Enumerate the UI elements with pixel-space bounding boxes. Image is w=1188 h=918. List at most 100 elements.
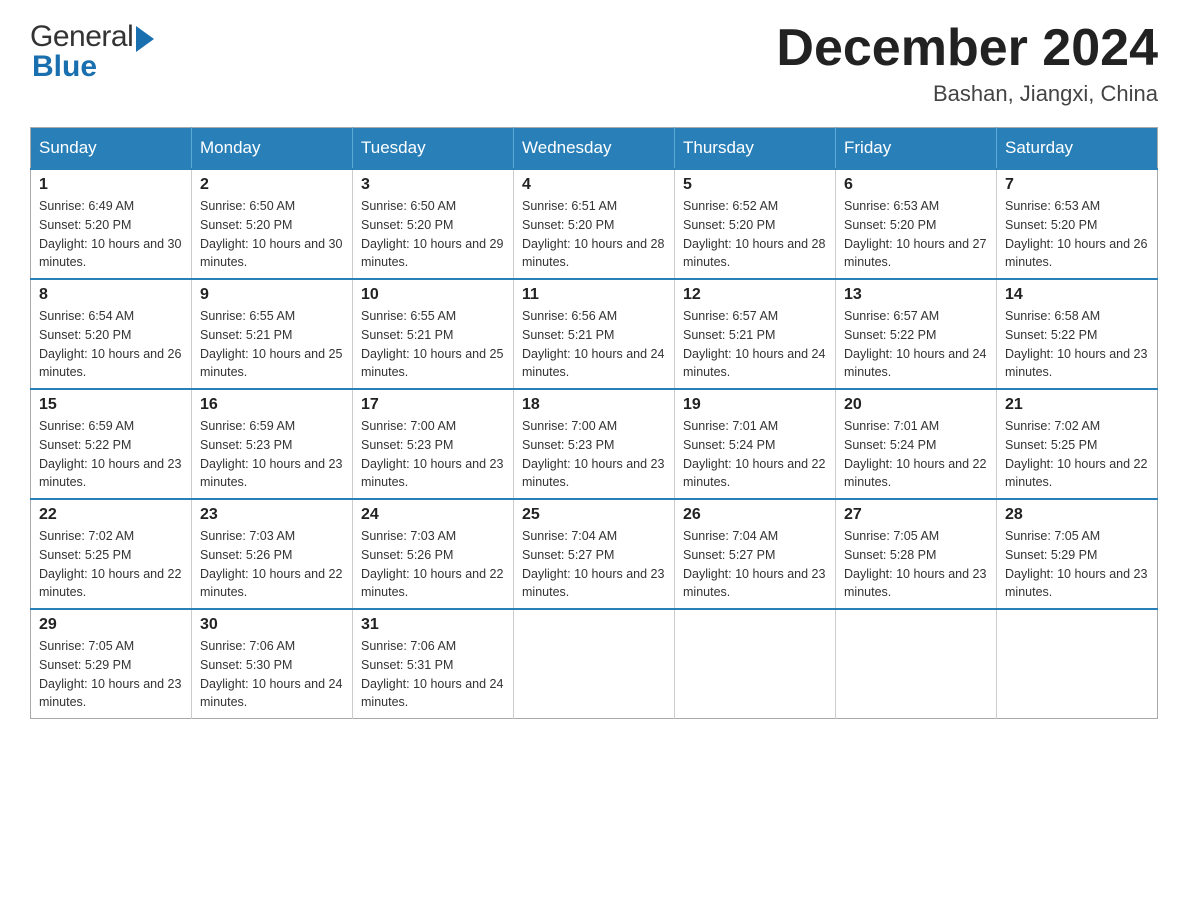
day-info: Sunrise: 7:02 AM Sunset: 5:25 PM Dayligh… bbox=[1005, 417, 1149, 492]
day-number: 15 bbox=[39, 396, 183, 414]
table-row: 2 Sunrise: 6:50 AM Sunset: 5:20 PM Dayli… bbox=[192, 169, 353, 279]
day-number: 21 bbox=[1005, 396, 1149, 414]
day-number: 18 bbox=[522, 396, 666, 414]
calendar-week-5: 29 Sunrise: 7:05 AM Sunset: 5:29 PM Dayl… bbox=[31, 609, 1158, 719]
day-info: Sunrise: 7:00 AM Sunset: 5:23 PM Dayligh… bbox=[361, 417, 505, 492]
day-number: 25 bbox=[522, 506, 666, 524]
logo-blue-text: Blue bbox=[32, 50, 97, 84]
table-row: 27 Sunrise: 7:05 AM Sunset: 5:28 PM Dayl… bbox=[836, 499, 997, 609]
day-info: Sunrise: 7:01 AM Sunset: 5:24 PM Dayligh… bbox=[844, 417, 988, 492]
table-row: 7 Sunrise: 6:53 AM Sunset: 5:20 PM Dayli… bbox=[997, 169, 1158, 279]
day-number: 11 bbox=[522, 286, 666, 304]
day-info: Sunrise: 6:51 AM Sunset: 5:20 PM Dayligh… bbox=[522, 197, 666, 272]
day-info: Sunrise: 6:54 AM Sunset: 5:20 PM Dayligh… bbox=[39, 307, 183, 382]
logo: General Blue bbox=[30, 20, 154, 84]
table-row: 8 Sunrise: 6:54 AM Sunset: 5:20 PM Dayli… bbox=[31, 279, 192, 389]
table-row: 26 Sunrise: 7:04 AM Sunset: 5:27 PM Dayl… bbox=[675, 499, 836, 609]
day-number: 27 bbox=[844, 506, 988, 524]
col-saturday: Saturday bbox=[997, 128, 1158, 170]
calendar-week-2: 8 Sunrise: 6:54 AM Sunset: 5:20 PM Dayli… bbox=[31, 279, 1158, 389]
day-number: 13 bbox=[844, 286, 988, 304]
day-number: 5 bbox=[683, 176, 827, 194]
day-info: Sunrise: 6:50 AM Sunset: 5:20 PM Dayligh… bbox=[361, 197, 505, 272]
col-wednesday: Wednesday bbox=[514, 128, 675, 170]
day-info: Sunrise: 6:59 AM Sunset: 5:22 PM Dayligh… bbox=[39, 417, 183, 492]
table-row: 17 Sunrise: 7:00 AM Sunset: 5:23 PM Dayl… bbox=[353, 389, 514, 499]
table-row: 15 Sunrise: 6:59 AM Sunset: 5:22 PM Dayl… bbox=[31, 389, 192, 499]
day-info: Sunrise: 6:58 AM Sunset: 5:22 PM Dayligh… bbox=[1005, 307, 1149, 382]
table-row: 10 Sunrise: 6:55 AM Sunset: 5:21 PM Dayl… bbox=[353, 279, 514, 389]
day-info: Sunrise: 6:57 AM Sunset: 5:22 PM Dayligh… bbox=[844, 307, 988, 382]
day-number: 17 bbox=[361, 396, 505, 414]
calendar-week-3: 15 Sunrise: 6:59 AM Sunset: 5:22 PM Dayl… bbox=[31, 389, 1158, 499]
day-info: Sunrise: 7:04 AM Sunset: 5:27 PM Dayligh… bbox=[683, 527, 827, 602]
table-row: 9 Sunrise: 6:55 AM Sunset: 5:21 PM Dayli… bbox=[192, 279, 353, 389]
table-row: 11 Sunrise: 6:56 AM Sunset: 5:21 PM Dayl… bbox=[514, 279, 675, 389]
day-number: 8 bbox=[39, 286, 183, 304]
day-number: 3 bbox=[361, 176, 505, 194]
day-info: Sunrise: 7:02 AM Sunset: 5:25 PM Dayligh… bbox=[39, 527, 183, 602]
day-number: 23 bbox=[200, 506, 344, 524]
day-info: Sunrise: 7:03 AM Sunset: 5:26 PM Dayligh… bbox=[361, 527, 505, 602]
day-info: Sunrise: 6:53 AM Sunset: 5:20 PM Dayligh… bbox=[1005, 197, 1149, 272]
day-number: 14 bbox=[1005, 286, 1149, 304]
day-number: 24 bbox=[361, 506, 505, 524]
table-row bbox=[997, 609, 1158, 719]
logo-general-text: General bbox=[30, 20, 133, 54]
day-info: Sunrise: 6:55 AM Sunset: 5:21 PM Dayligh… bbox=[200, 307, 344, 382]
page-header: General Blue December 2024 Bashan, Jiang… bbox=[30, 20, 1158, 107]
day-info: Sunrise: 6:50 AM Sunset: 5:20 PM Dayligh… bbox=[200, 197, 344, 272]
location-subtitle: Bashan, Jiangxi, China bbox=[776, 81, 1158, 107]
day-number: 19 bbox=[683, 396, 827, 414]
day-number: 12 bbox=[683, 286, 827, 304]
table-row: 16 Sunrise: 6:59 AM Sunset: 5:23 PM Dayl… bbox=[192, 389, 353, 499]
table-row: 25 Sunrise: 7:04 AM Sunset: 5:27 PM Dayl… bbox=[514, 499, 675, 609]
logo-arrow-icon bbox=[136, 26, 154, 52]
table-row: 13 Sunrise: 6:57 AM Sunset: 5:22 PM Dayl… bbox=[836, 279, 997, 389]
day-number: 30 bbox=[200, 616, 344, 634]
table-row: 5 Sunrise: 6:52 AM Sunset: 5:20 PM Dayli… bbox=[675, 169, 836, 279]
table-row bbox=[675, 609, 836, 719]
day-number: 1 bbox=[39, 176, 183, 194]
day-info: Sunrise: 6:59 AM Sunset: 5:23 PM Dayligh… bbox=[200, 417, 344, 492]
day-info: Sunrise: 6:52 AM Sunset: 5:20 PM Dayligh… bbox=[683, 197, 827, 272]
table-row: 19 Sunrise: 7:01 AM Sunset: 5:24 PM Dayl… bbox=[675, 389, 836, 499]
table-row bbox=[836, 609, 997, 719]
calendar-week-4: 22 Sunrise: 7:02 AM Sunset: 5:25 PM Dayl… bbox=[31, 499, 1158, 609]
header-right: December 2024 Bashan, Jiangxi, China bbox=[776, 20, 1158, 107]
day-number: 22 bbox=[39, 506, 183, 524]
day-info: Sunrise: 7:01 AM Sunset: 5:24 PM Dayligh… bbox=[683, 417, 827, 492]
table-row: 28 Sunrise: 7:05 AM Sunset: 5:29 PM Dayl… bbox=[997, 499, 1158, 609]
day-info: Sunrise: 7:03 AM Sunset: 5:26 PM Dayligh… bbox=[200, 527, 344, 602]
calendar-header-row: Sunday Monday Tuesday Wednesday Thursday… bbox=[31, 128, 1158, 170]
day-info: Sunrise: 7:06 AM Sunset: 5:31 PM Dayligh… bbox=[361, 637, 505, 712]
day-number: 28 bbox=[1005, 506, 1149, 524]
month-title: December 2024 bbox=[776, 20, 1158, 77]
table-row: 14 Sunrise: 6:58 AM Sunset: 5:22 PM Dayl… bbox=[997, 279, 1158, 389]
day-info: Sunrise: 6:55 AM Sunset: 5:21 PM Dayligh… bbox=[361, 307, 505, 382]
day-number: 10 bbox=[361, 286, 505, 304]
table-row: 29 Sunrise: 7:05 AM Sunset: 5:29 PM Dayl… bbox=[31, 609, 192, 719]
day-number: 16 bbox=[200, 396, 344, 414]
table-row: 3 Sunrise: 6:50 AM Sunset: 5:20 PM Dayli… bbox=[353, 169, 514, 279]
day-number: 2 bbox=[200, 176, 344, 194]
day-number: 6 bbox=[844, 176, 988, 194]
table-row bbox=[514, 609, 675, 719]
day-number: 9 bbox=[200, 286, 344, 304]
day-info: Sunrise: 6:57 AM Sunset: 5:21 PM Dayligh… bbox=[683, 307, 827, 382]
table-row: 30 Sunrise: 7:06 AM Sunset: 5:30 PM Dayl… bbox=[192, 609, 353, 719]
col-monday: Monday bbox=[192, 128, 353, 170]
day-info: Sunrise: 7:04 AM Sunset: 5:27 PM Dayligh… bbox=[522, 527, 666, 602]
day-info: Sunrise: 7:00 AM Sunset: 5:23 PM Dayligh… bbox=[522, 417, 666, 492]
day-number: 29 bbox=[39, 616, 183, 634]
col-thursday: Thursday bbox=[675, 128, 836, 170]
day-info: Sunrise: 7:05 AM Sunset: 5:29 PM Dayligh… bbox=[39, 637, 183, 712]
table-row: 1 Sunrise: 6:49 AM Sunset: 5:20 PM Dayli… bbox=[31, 169, 192, 279]
calendar-table: Sunday Monday Tuesday Wednesday Thursday… bbox=[30, 127, 1158, 719]
table-row: 20 Sunrise: 7:01 AM Sunset: 5:24 PM Dayl… bbox=[836, 389, 997, 499]
day-info: Sunrise: 6:53 AM Sunset: 5:20 PM Dayligh… bbox=[844, 197, 988, 272]
day-info: Sunrise: 6:56 AM Sunset: 5:21 PM Dayligh… bbox=[522, 307, 666, 382]
col-sunday: Sunday bbox=[31, 128, 192, 170]
day-info: Sunrise: 7:06 AM Sunset: 5:30 PM Dayligh… bbox=[200, 637, 344, 712]
calendar-week-1: 1 Sunrise: 6:49 AM Sunset: 5:20 PM Dayli… bbox=[31, 169, 1158, 279]
